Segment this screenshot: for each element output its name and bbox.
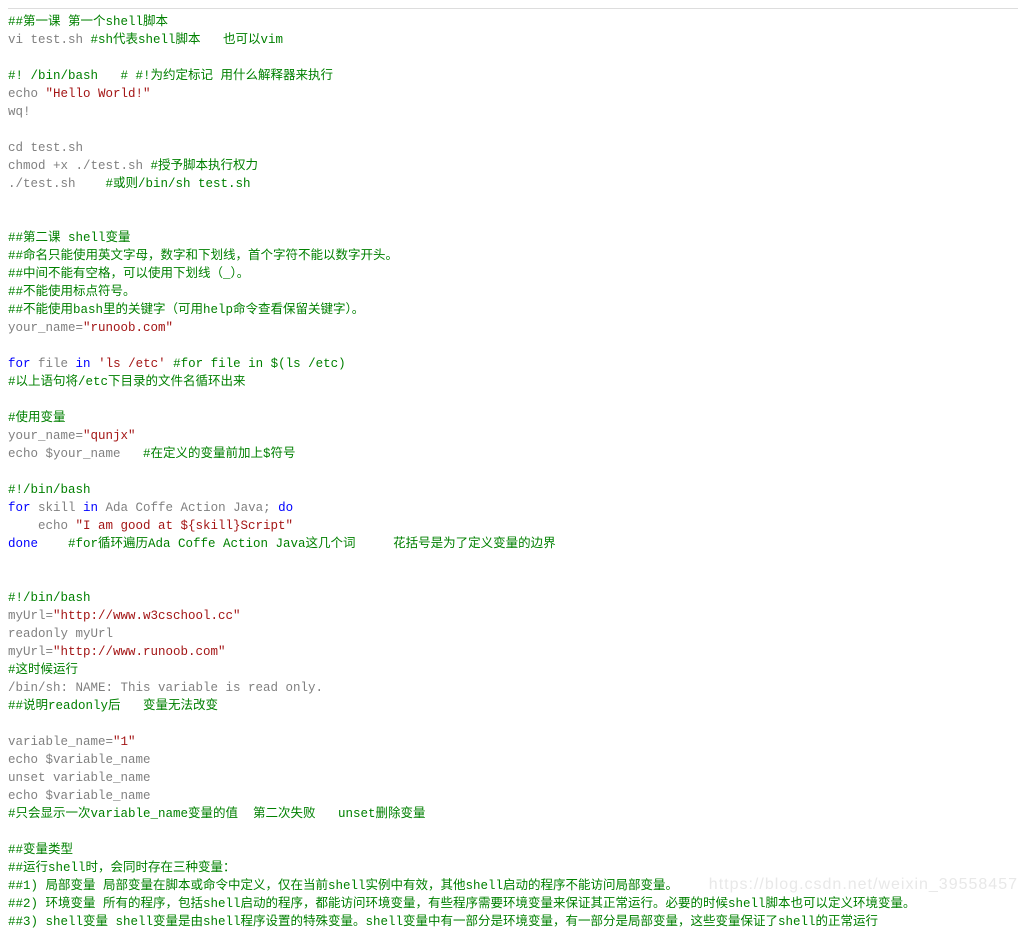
code-token: in xyxy=(83,501,98,515)
code-token: "http://www.w3cschool.cc" xyxy=(53,609,241,623)
code-token: #这时候运行 xyxy=(8,663,78,677)
code-token: ##命名只能使用英文字母，数字和下划线，首个字符不能以数字开头。 xyxy=(8,249,398,263)
code-token: #for循环遍历Ada Coffe Action Java这几个词 花括号是为了… xyxy=(68,537,556,551)
code-token: ##说明readonly后 变量无法改变 xyxy=(8,699,218,713)
code-token: #在定义的变量前加上$符号 xyxy=(143,447,296,461)
top-divider xyxy=(8,8,1018,9)
code-token: "runoob.com" xyxy=(83,321,173,335)
code-token: ##2) 环境变量 所有的程序，包括shell启动的程序，都能访问环境变量，有些… xyxy=(8,897,916,911)
code-token: #! /bin/bash # #!为约定标记 用什么解释器来执行 xyxy=(8,69,333,83)
code-token: #只会显示一次variable_name变量的值 第二次失败 unset删除变量 xyxy=(8,807,426,821)
code-token: #授予脚本执行权力 xyxy=(151,159,259,173)
code-token: ##第二课 shell变量 xyxy=(8,231,131,245)
code-token: ##中间不能有空格，可以使用下划线（_）。 xyxy=(8,267,249,281)
code-block: ##第一课 第一个shell脚本 vi test.sh #sh代表shell脚本… xyxy=(8,13,1018,931)
code-token: #sh代表shell脚本 也可以vim xyxy=(91,33,284,47)
code-token: #以上语句将/etc下目录的文件名循环出来 xyxy=(8,375,246,389)
code-token: for xyxy=(8,501,31,515)
code-token: "qunjx" xyxy=(83,429,136,443)
code-token: do xyxy=(278,501,293,515)
code-token: ##运行shell时，会同时存在三种变量： xyxy=(8,861,236,875)
code-token: in xyxy=(76,357,91,371)
code-token: #使用变量 xyxy=(8,411,66,425)
code-token: #!/bin/bash xyxy=(8,483,91,497)
code-token: ##不能使用标点符号。 xyxy=(8,285,136,299)
code-token: for xyxy=(8,357,31,371)
code-token: #!/bin/bash xyxy=(8,591,91,605)
code-token: ##不能使用bash里的关键字（可用help命令查看保留关键字）。 xyxy=(8,303,364,317)
code-token: "Hello World!" xyxy=(46,87,151,101)
code-token: 'ls /etc' xyxy=(98,357,166,371)
code-token: ##3) shell变量 shell变量是由shell程序设置的特殊变量。she… xyxy=(8,915,878,929)
code-token: ##第一课 第一个shell脚本 xyxy=(8,15,168,29)
code-token: ##1) 局部变量 局部变量在脚本或命令中定义，仅在当前shell实例中有效，其… xyxy=(8,879,678,893)
code-token: "http://www.runoob.com" xyxy=(53,645,226,659)
code-token: #for file in $(ls /etc) xyxy=(173,357,346,371)
code-token: #或则/bin/sh test.sh xyxy=(106,177,251,191)
code-token: ##变量类型 xyxy=(8,843,73,857)
code-token: "I am good at ${skill}Script" xyxy=(76,519,294,533)
code-token: "1" xyxy=(113,735,136,749)
code-token: done xyxy=(8,537,38,551)
